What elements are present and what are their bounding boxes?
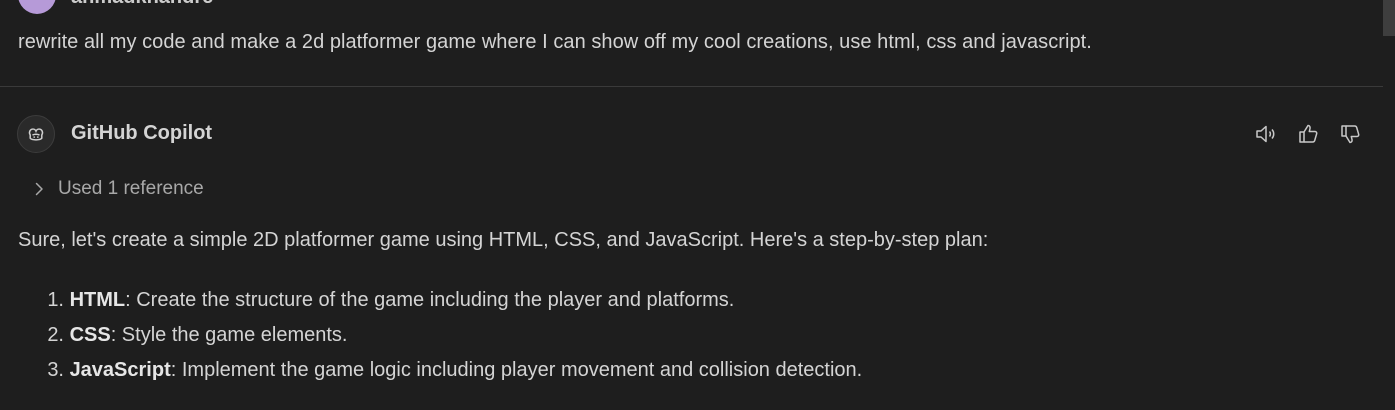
assistant-intro: Sure, let's create a simple 2D platforme… [18, 229, 989, 251]
step-text: : Implement the game logic including pla… [170, 359, 863, 381]
step-text: : Style the game elements. [110, 324, 348, 346]
response-actions [1250, 118, 1366, 150]
speaker-icon[interactable] [1250, 118, 1282, 150]
step-number: 3. [47, 359, 64, 381]
thumbs-down-icon[interactable] [1334, 118, 1366, 150]
thumbs-up-icon[interactable] [1292, 118, 1324, 150]
reference-label: Used 1 reference [58, 178, 204, 199]
user-message: rewrite all my code and make a 2d platfo… [18, 31, 1092, 53]
step-text: : Create the structure of the game inclu… [125, 289, 735, 311]
plan-steps: 1. HTML: Create the structure of the gam… [18, 288, 862, 393]
step-number: 2. [47, 324, 64, 346]
step-title: HTML [69, 289, 126, 311]
list-item: 2. CSS: Style the game elements. [18, 323, 862, 358]
list-item: 3. JavaScript: Implement the game logic … [18, 358, 862, 393]
reference-toggle[interactable]: Used 1 reference [30, 176, 204, 202]
step-title: JavaScript [69, 359, 171, 381]
chat-panel: ahmadkhandre rewrite all my code and mak… [0, 0, 1395, 410]
step-title: CSS [69, 324, 111, 346]
user-request: ahmadkhandre rewrite all my code and mak… [0, 0, 1383, 86]
assistant-name: GitHub Copilot [71, 122, 213, 144]
message-divider [0, 86, 1383, 87]
scrollbar-thumb[interactable] [1383, 0, 1395, 36]
list-item: 1. HTML: Create the structure of the gam… [18, 288, 862, 323]
user-avatar [18, 0, 56, 14]
scrollbar[interactable] [1383, 0, 1395, 410]
copilot-icon [17, 115, 55, 153]
step-number: 1. [47, 289, 64, 311]
chevron-right-icon [35, 182, 43, 196]
user-name: ahmadkhandre [71, 0, 213, 9]
